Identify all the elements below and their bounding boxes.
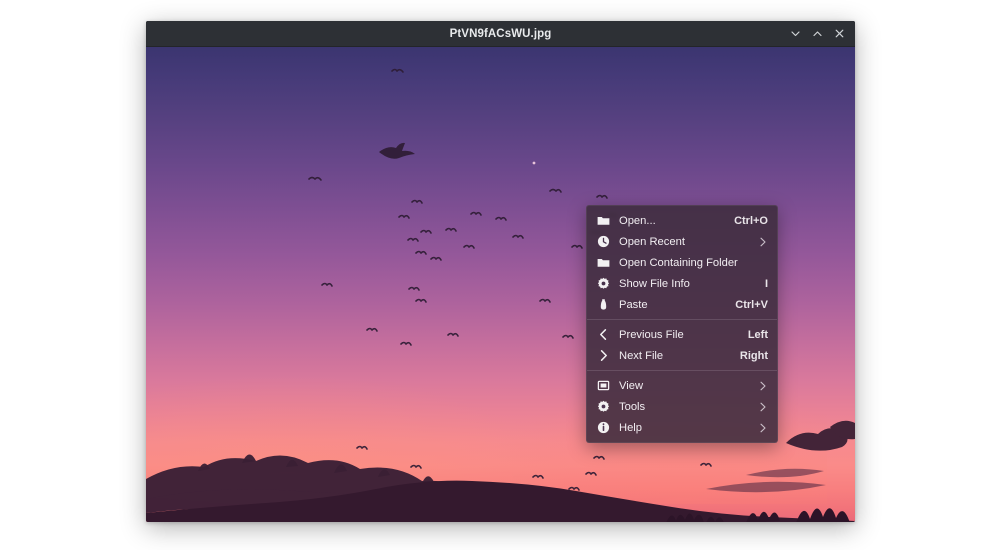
gear-icon <box>596 276 611 291</box>
image-canvas[interactable]: Open... Ctrl+O Open Recent Open Containi… <box>146 47 855 522</box>
maximize-button[interactable] <box>808 24 827 43</box>
window-title: PtVN9fACsWU.jpg <box>449 27 552 40</box>
menu-item-label: Tools <box>619 400 646 413</box>
screen: PtVN9fACsWU.jpg Open... Ctrl+O Open Rece… <box>0 0 1000 550</box>
minimize-button[interactable] <box>786 24 805 43</box>
menu-item-previous-file[interactable]: Previous File Left <box>587 324 777 345</box>
close-icon <box>834 28 845 39</box>
menu-item-label: Help <box>619 421 643 434</box>
menu-item-label: Open... <box>619 214 656 227</box>
menu-item-accel: Left <box>747 328 768 341</box>
window-controls <box>786 21 849 46</box>
menu-group-submenus: View Tools Help <box>587 375 777 438</box>
menu-item-label: Open Containing Folder <box>619 256 738 269</box>
menu-item-view[interactable]: View <box>587 375 777 396</box>
menu-item-show-file-info[interactable]: Show File Info I <box>587 273 777 294</box>
menu-item-label: Open Recent <box>619 235 685 248</box>
submenu-chevron-right-icon <box>758 401 768 413</box>
chevron-left-icon <box>596 327 611 342</box>
chevron-down-icon <box>790 28 801 39</box>
menu-item-paste[interactable]: Paste Ctrl+V <box>587 294 777 315</box>
menu-item-label: Show File Info <box>619 277 690 290</box>
menu-item-open-recent[interactable]: Open Recent <box>587 231 777 252</box>
menu-group-navigation: Previous File Left Next File Right <box>587 324 777 366</box>
menu-item-open[interactable]: Open... Ctrl+O <box>587 210 777 231</box>
gear-icon <box>596 399 611 414</box>
folder-open-icon <box>596 213 611 228</box>
close-button[interactable] <box>830 24 849 43</box>
menu-item-accel: Ctrl+O <box>734 214 768 227</box>
menu-item-open-containing-folder[interactable]: Open Containing Folder <box>587 252 777 273</box>
context-menu[interactable]: Open... Ctrl+O Open Recent Open Containi… <box>586 205 778 443</box>
folder-icon <box>596 255 611 270</box>
menu-item-accel: I <box>764 277 768 290</box>
image-viewer-window: PtVN9fACsWU.jpg Open... Ctrl+O Open Rece… <box>146 21 855 522</box>
clock-icon <box>596 234 611 249</box>
menu-item-accel: Right <box>739 349 768 362</box>
menu-item-tools[interactable]: Tools <box>587 396 777 417</box>
menu-item-next-file[interactable]: Next File Right <box>587 345 777 366</box>
info-icon <box>596 420 611 435</box>
horizon-glow <box>146 370 586 514</box>
submenu-chevron-right-icon <box>758 422 768 434</box>
menu-item-label: View <box>619 379 644 392</box>
window-titlebar[interactable]: PtVN9fACsWU.jpg <box>146 21 855 47</box>
menu-item-help[interactable]: Help <box>587 417 777 438</box>
submenu-chevron-right-icon <box>758 380 768 392</box>
submenu-chevron-right-icon <box>758 236 768 248</box>
menu-separator <box>587 370 777 371</box>
menu-separator <box>587 319 777 320</box>
menu-item-accel: Ctrl+V <box>735 298 768 311</box>
chevron-up-icon <box>812 28 823 39</box>
image-view-icon <box>596 378 611 393</box>
menu-group-file: Open... Ctrl+O Open Recent Open Containi… <box>587 210 777 315</box>
chevron-right-icon <box>596 348 611 363</box>
menu-item-label: Next File <box>619 349 664 362</box>
menu-item-label: Previous File <box>619 328 684 341</box>
paste-icon <box>596 297 611 312</box>
menu-item-label: Paste <box>619 298 648 311</box>
